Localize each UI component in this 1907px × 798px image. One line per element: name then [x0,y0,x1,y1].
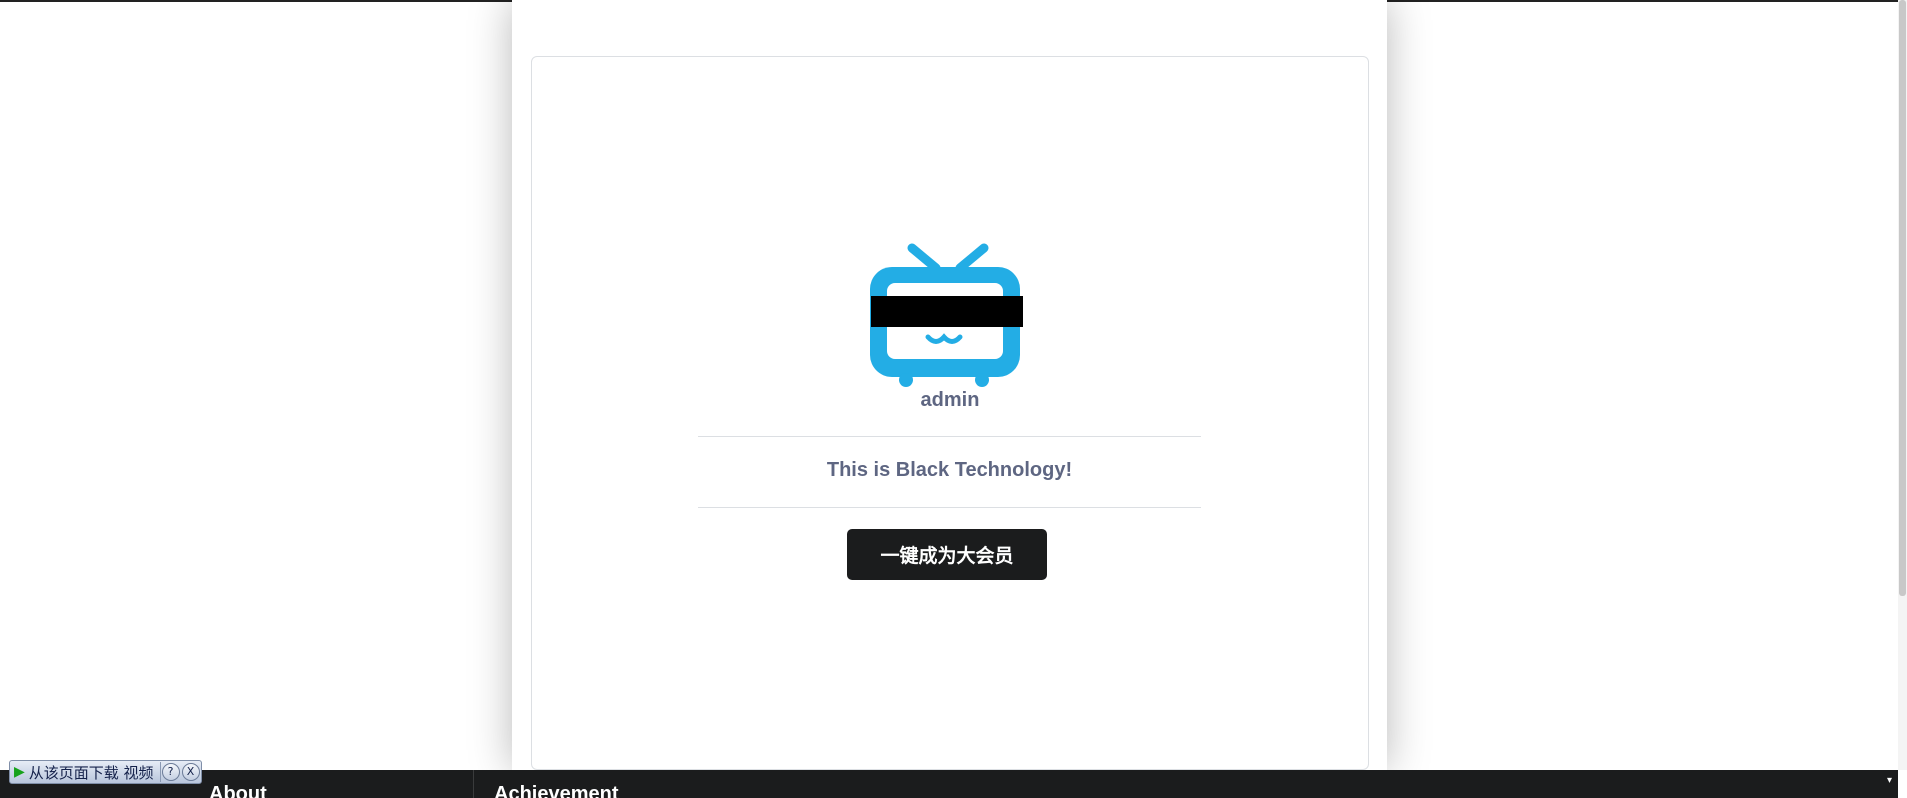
scroll-down-arrow-icon[interactable]: ▾ [1887,776,1897,786]
video-download-toolbar: ▶ 从该页面下载 视频 ? X [9,760,202,784]
download-video-button[interactable]: ▶ 从该页面下载 视频 [10,762,161,782]
footer-column-divider [473,770,474,798]
profile-card [531,56,1369,770]
bio-text: This is Black Technology! [826,459,1073,481]
footer: About Achievement ▾ [0,770,1898,798]
help-icon[interactable]: ? [161,763,180,781]
footer-heading-achievement: Achievement [494,783,619,798]
become-vip-button[interactable]: 一键成为大会员 [847,529,1047,580]
footer-heading-about: About [209,783,267,798]
vertical-scrollbar[interactable] [1898,0,1907,770]
redaction-bar [871,296,1023,327]
play-icon: ▶ [14,764,25,780]
download-video-label: 从该页面下载 视频 [28,763,154,782]
divider [698,436,1201,437]
scrollbar-thumb[interactable] [1899,0,1906,596]
divider [698,507,1201,508]
username: admin [920,389,980,411]
tv-mascot-icon [870,243,1023,387]
close-icon[interactable]: X [181,763,200,781]
